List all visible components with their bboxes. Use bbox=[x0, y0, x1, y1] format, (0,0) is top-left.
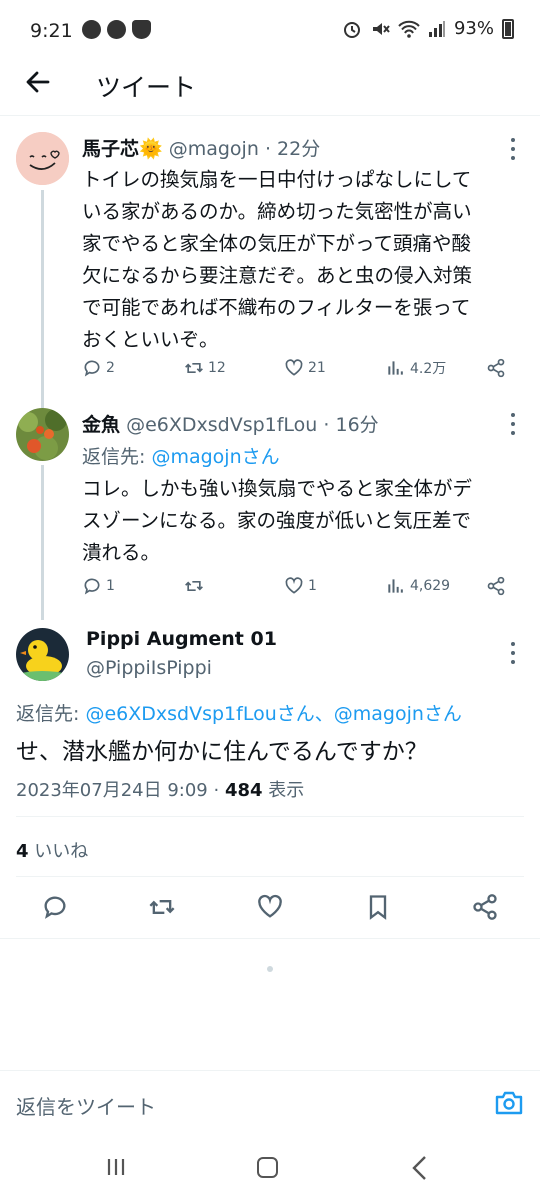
retweet-button[interactable]: 12 bbox=[184, 358, 226, 378]
thread-line bbox=[41, 465, 44, 620]
notification-app-icon bbox=[82, 20, 101, 39]
recent-apps-icon[interactable] bbox=[106, 1158, 126, 1176]
home-icon[interactable] bbox=[257, 1157, 278, 1178]
likes-label: いいね bbox=[34, 841, 89, 862]
likes-summary[interactable]: 4 いいね bbox=[16, 837, 88, 863]
tweet-time: 16分 bbox=[335, 414, 379, 436]
share-icon bbox=[487, 358, 505, 378]
avatar[interactable] bbox=[16, 132, 69, 185]
more-icon[interactable] bbox=[510, 642, 516, 664]
retweet-icon bbox=[185, 581, 203, 591]
notification-app-icon bbox=[107, 20, 126, 39]
tweet-meta: 2023年07月24日 9:09 · 484 表示 bbox=[16, 780, 305, 801]
views-count: 484 bbox=[224, 780, 263, 801]
tweet-actions: 1 1 4,629 bbox=[82, 576, 512, 602]
battery-percent: 93% bbox=[453, 18, 494, 39]
divider bbox=[0, 938, 540, 939]
retweet-icon[interactable] bbox=[148, 893, 176, 921]
author-name[interactable]: Pippi Augment 01 bbox=[86, 628, 277, 650]
mute-icon bbox=[372, 22, 390, 35]
reply-icon bbox=[84, 360, 100, 377]
bookmark-icon[interactable] bbox=[364, 893, 392, 921]
share-button[interactable] bbox=[486, 358, 506, 378]
avatar[interactable] bbox=[16, 408, 69, 461]
wifi-icon bbox=[398, 20, 420, 38]
tweet-body: せ、潜水艦か何かに住んでるんですか？ bbox=[16, 739, 428, 765]
reply-input[interactable]: 返信をツイート bbox=[16, 1091, 156, 1120]
author-handle[interactable]: @magojn bbox=[169, 138, 259, 160]
reply-target-link[interactable]: @magojnさん bbox=[151, 446, 279, 468]
like-icon bbox=[285, 359, 303, 376]
reply-icon[interactable] bbox=[41, 893, 69, 921]
thread-line bbox=[41, 190, 44, 410]
avatar[interactable] bbox=[16, 628, 69, 681]
reply-targets-link[interactable]: @e6XDxsdVsp1fLouさん、@magojnさん bbox=[85, 703, 461, 725]
more-icon[interactable] bbox=[510, 413, 516, 435]
status-bar: 9:21 93% bbox=[0, 0, 540, 56]
tomato-plant-image bbox=[16, 408, 69, 461]
shield-icon bbox=[132, 20, 151, 39]
signal-icon bbox=[428, 20, 445, 37]
back-icon[interactable] bbox=[410, 1155, 430, 1181]
like-icon[interactable] bbox=[256, 893, 284, 921]
like-button[interactable]: 1 bbox=[284, 576, 317, 596]
views-icon bbox=[388, 579, 403, 593]
status-time: 9:21 bbox=[30, 20, 73, 42]
page-title: ツイート bbox=[96, 73, 197, 102]
alarm-icon bbox=[343, 21, 360, 38]
tweet-body: コレ。しかも強い換気扇でやると家全体がデ スゾーンになる。家の強度が低いと気圧差… bbox=[82, 477, 473, 564]
views-button[interactable]: 4,629 bbox=[386, 576, 450, 596]
author-name[interactable]: 馬子芯🌞 bbox=[82, 138, 163, 160]
reply-to-line: 返信先: @e6XDxsdVsp1fLouさん、@magojnさん bbox=[16, 703, 462, 725]
status-system-icons: 93% bbox=[342, 18, 514, 39]
author-handle[interactable]: @e6XDxsdVsp1fLou bbox=[126, 414, 317, 436]
battery-icon bbox=[502, 18, 514, 39]
camera-icon[interactable] bbox=[494, 1089, 524, 1117]
like-button[interactable]: 21 bbox=[284, 358, 326, 378]
reply-icon bbox=[84, 578, 100, 595]
reply-button[interactable]: 1 bbox=[82, 576, 115, 596]
share-button[interactable] bbox=[486, 576, 506, 596]
reply-to-line: 返信先: @magojnさん bbox=[82, 446, 280, 468]
tweet-header: 馬子芯🌞 @magojn · 22分 bbox=[82, 138, 321, 160]
system-nav-bar bbox=[0, 1130, 540, 1199]
divider bbox=[16, 876, 524, 877]
retweet-button[interactable] bbox=[184, 576, 208, 596]
tweet-header: 金魚 @e6XDxsdVsp1fLou · 16分 bbox=[82, 414, 379, 436]
author-handle[interactable]: @PippiIsPippi bbox=[86, 657, 212, 679]
likes-count: 4 bbox=[16, 841, 29, 862]
views-icon bbox=[388, 361, 403, 375]
smiley-face-icon bbox=[16, 132, 69, 185]
main-tweet-actions bbox=[0, 893, 540, 923]
share-icon[interactable] bbox=[471, 893, 499, 921]
divider bbox=[16, 816, 524, 817]
status-notification-icons bbox=[82, 20, 151, 39]
back-arrow-icon[interactable] bbox=[22, 66, 54, 98]
views-label: 表示 bbox=[268, 780, 305, 801]
share-icon bbox=[487, 576, 505, 596]
tweet-time: 22分 bbox=[277, 138, 321, 160]
tweet-body: トイレの換気扇を一日中付けっぱなしにして いる家があるのか。締め切った気密性が高… bbox=[82, 168, 473, 351]
rubber-duck-image bbox=[16, 628, 69, 681]
views-button[interactable]: 4.2万 bbox=[386, 358, 446, 378]
author-name[interactable]: 金魚 bbox=[82, 414, 120, 436]
retweet-icon bbox=[185, 363, 203, 373]
like-icon bbox=[285, 577, 303, 594]
app-header: ツイート bbox=[0, 56, 540, 116]
reply-button[interactable]: 2 bbox=[82, 358, 115, 378]
tweet-actions: 2 12 21 4.2万 bbox=[82, 358, 512, 384]
loading-indicator bbox=[267, 966, 273, 972]
reply-composer[interactable]: 返信をツイート bbox=[0, 1070, 540, 1130]
more-icon[interactable] bbox=[510, 138, 516, 160]
tweet-timestamp[interactable]: 2023年07月24日 9:09 bbox=[16, 780, 208, 801]
